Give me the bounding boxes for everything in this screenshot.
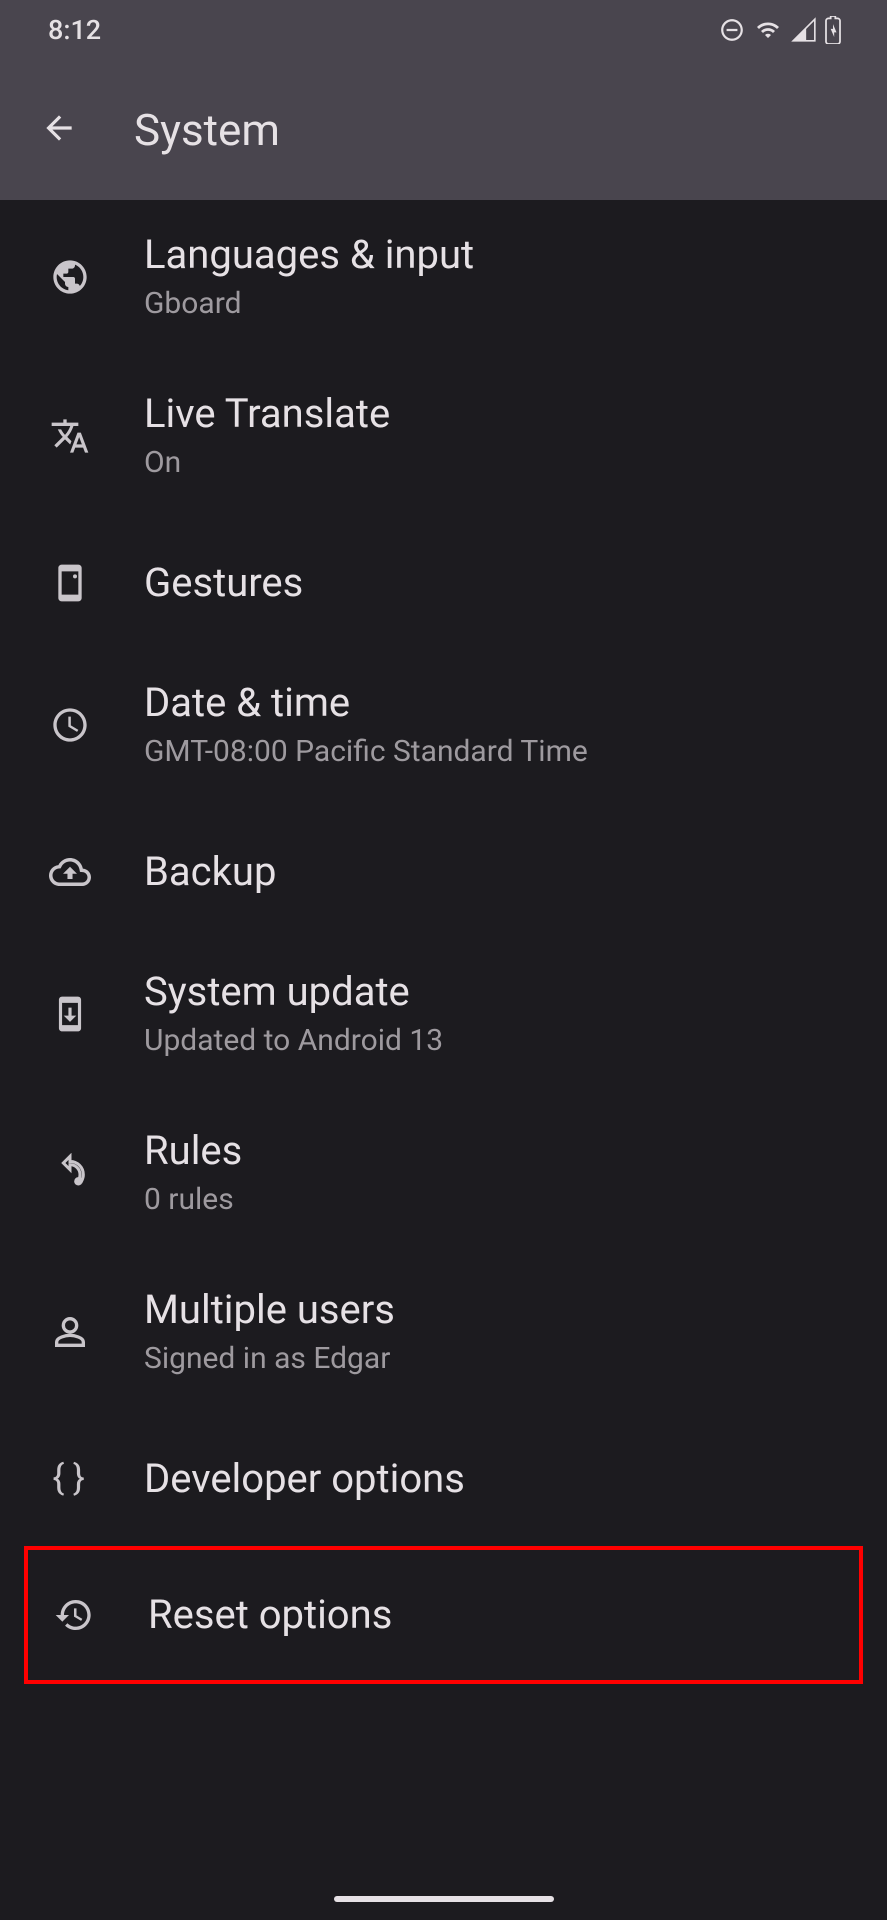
settings-item-reset-options[interactable]: Reset options bbox=[28, 1550, 859, 1680]
highlight-annotation: Reset options bbox=[24, 1546, 863, 1684]
item-title: Date & time bbox=[144, 678, 588, 728]
item-subtitle: GMT-08:00 Pacific Standard Time bbox=[144, 732, 588, 771]
settings-item-developer-options[interactable]: { } Developer options bbox=[0, 1414, 887, 1544]
app-bar: System bbox=[0, 60, 887, 200]
status-bar: 8:12 bbox=[0, 0, 887, 60]
item-subtitle: Gboard bbox=[144, 284, 474, 323]
person-icon bbox=[48, 1310, 92, 1354]
item-title: Backup bbox=[144, 847, 276, 897]
settings-item-date-time[interactable]: Date & time GMT-08:00 Pacific Standard T… bbox=[0, 648, 887, 807]
settings-item-backup[interactable]: Backup bbox=[0, 807, 887, 937]
item-title: Gestures bbox=[144, 558, 303, 608]
wifi-icon bbox=[753, 18, 783, 42]
item-title: Rules bbox=[144, 1126, 242, 1176]
item-subtitle: 0 rules bbox=[144, 1180, 242, 1219]
restore-icon bbox=[52, 1593, 96, 1637]
status-time: 8:12 bbox=[48, 14, 101, 46]
settings-item-gestures[interactable]: Gestures bbox=[0, 518, 887, 648]
signal-icon bbox=[791, 17, 817, 43]
rules-icon bbox=[48, 1151, 92, 1195]
item-title: System update bbox=[144, 967, 443, 1017]
back-button[interactable] bbox=[40, 109, 78, 151]
settings-item-multiple-users[interactable]: Multiple users Signed in as Edgar bbox=[0, 1255, 887, 1414]
gesture-icon bbox=[48, 561, 92, 605]
svg-text:{ }: { } bbox=[53, 1458, 85, 1499]
status-icons bbox=[719, 16, 841, 44]
item-title: Live Translate bbox=[144, 389, 390, 439]
item-subtitle: Updated to Android 13 bbox=[144, 1021, 443, 1060]
item-subtitle: Signed in as Edgar bbox=[144, 1339, 395, 1378]
item-title: Developer options bbox=[144, 1454, 465, 1504]
settings-item-live-translate[interactable]: Live Translate On bbox=[0, 359, 887, 518]
clock-icon bbox=[48, 703, 92, 747]
settings-list: Languages & input Gboard Live Translate … bbox=[0, 200, 887, 1684]
item-title: Languages & input bbox=[144, 230, 474, 280]
system-update-icon bbox=[48, 992, 92, 1036]
navigation-bar-handle[interactable] bbox=[334, 1896, 554, 1902]
dnd-icon bbox=[719, 17, 745, 43]
translate-icon bbox=[48, 414, 92, 458]
settings-item-languages-input[interactable]: Languages & input Gboard bbox=[0, 200, 887, 359]
item-subtitle: On bbox=[144, 443, 390, 482]
item-title: Reset options bbox=[148, 1590, 392, 1640]
settings-item-system-update[interactable]: System update Updated to Android 13 bbox=[0, 937, 887, 1096]
braces-icon: { } bbox=[48, 1457, 92, 1501]
globe-icon bbox=[48, 255, 92, 299]
page-title: System bbox=[134, 104, 280, 156]
battery-charging-icon bbox=[825, 16, 841, 44]
cloud-upload-icon bbox=[48, 850, 92, 894]
settings-item-rules[interactable]: Rules 0 rules bbox=[0, 1096, 887, 1255]
item-title: Multiple users bbox=[144, 1285, 395, 1335]
